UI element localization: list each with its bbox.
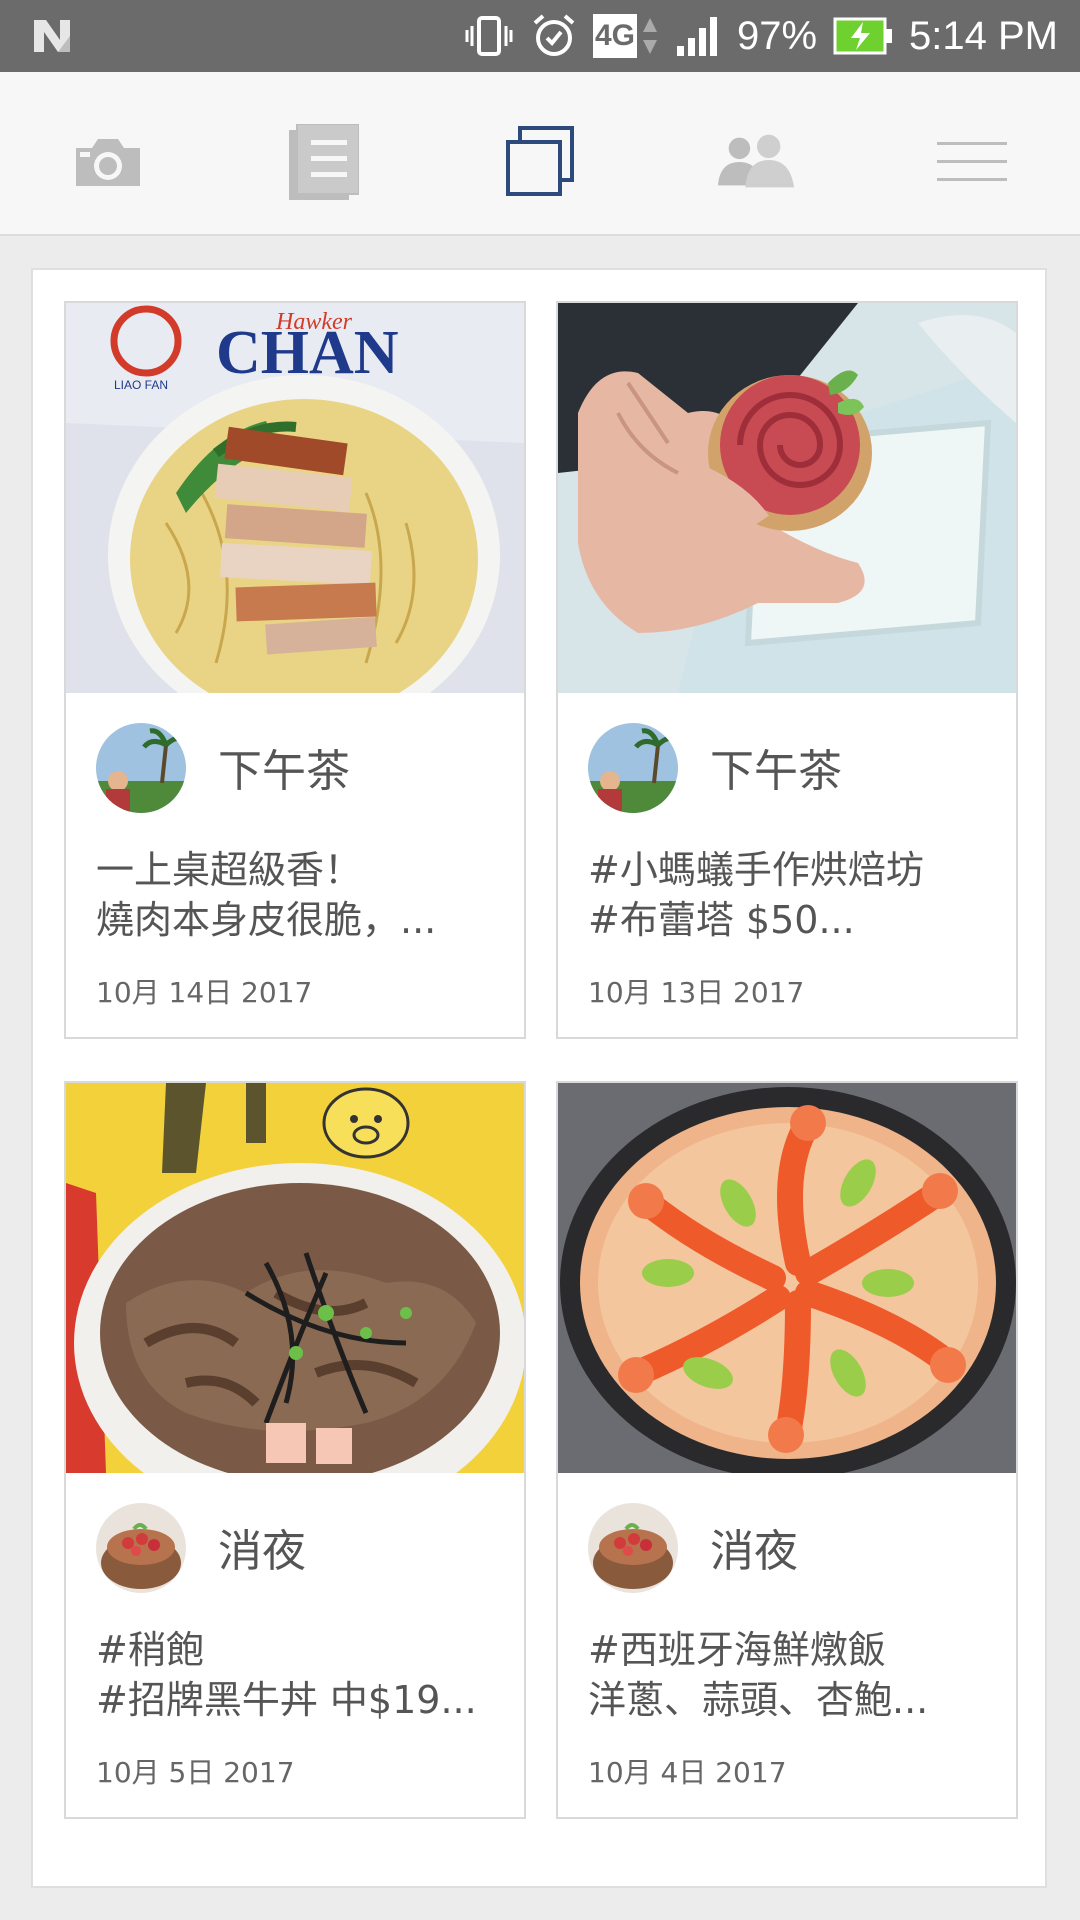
avatar[interactable] <box>588 1503 678 1593</box>
palm-tree-avatar <box>588 723 678 813</box>
post-caption: #西班牙海鮮燉飯 洋蔥、蒜頭、杏鮑... <box>588 1628 929 1722</box>
album-name: 消夜 <box>710 1526 798 1577</box>
post-card[interactable]: Hawker CHAN LIAO FAN 下午茶 一上桌超級香！ 燒肉本身皮很脆… <box>64 301 526 1039</box>
post-caption: 一上桌超級香！ 燒肉本身皮很脆，... <box>96 848 437 942</box>
top-navigation <box>0 72 1080 236</box>
nav-camera[interactable] <box>68 122 148 202</box>
cake-avatar <box>588 1503 678 1593</box>
battery-percent: 97% <box>736 13 818 58</box>
post-photo-rose-tart[interactable] <box>558 303 1016 693</box>
post-date: 10月 5日 2017 <box>96 1756 295 1789</box>
post-photo-beef-bowl[interactable] <box>66 1083 524 1473</box>
camera-icon <box>76 139 140 186</box>
post-caption: #稍飽 #招牌黑牛丼 中$19... <box>96 1628 477 1722</box>
post-date: 10月 13日 2017 <box>588 976 805 1009</box>
signal-icon <box>676 17 717 56</box>
network-4g-icon: 4G <box>592 14 659 58</box>
avatar[interactable] <box>96 1503 186 1593</box>
album-name: 下午茶 <box>710 746 842 797</box>
menu-icon <box>937 142 1007 181</box>
alarm-icon <box>533 14 575 56</box>
avatar[interactable] <box>96 723 186 813</box>
cake-avatar <box>96 1503 186 1593</box>
post-date: 10月 4日 2017 <box>588 1756 787 1789</box>
avatar[interactable] <box>588 723 678 813</box>
post-photo-paella[interactable] <box>558 1083 1016 1473</box>
palm-tree-avatar <box>96 723 186 813</box>
nav-menu[interactable] <box>932 122 1012 202</box>
battery-charging-icon <box>833 17 893 55</box>
album-name: 下午茶 <box>218 746 350 797</box>
albums-icon <box>506 126 574 196</box>
post-caption: #小螞蟻手作烘焙坊 #布蕾塔 $50... <box>588 848 924 942</box>
friends-icon <box>717 134 795 188</box>
post-card[interactable]: 消夜 #稍飽 #招牌黑牛丼 中$19... 10月 5日 2017 <box>64 1081 526 1819</box>
post-photo-noodles[interactable]: Hawker CHAN LIAO FAN <box>66 303 524 693</box>
status-bar: 4G 97% 5:14 PM <box>0 0 1080 72</box>
clock: 5:14 PM <box>909 13 1058 58</box>
n-logo-icon <box>34 20 70 52</box>
posts-grid: Hawker CHAN LIAO FAN 下午茶 一上桌超級香！ 燒肉本身皮很脆… <box>31 268 1047 1888</box>
svg-text:LIAO FAN: LIAO FAN <box>114 378 168 392</box>
post-card[interactable]: 消夜 #西班牙海鮮燉飯 洋蔥、蒜頭、杏鮑... 10月 4日 2017 <box>556 1081 1018 1819</box>
posts-icon <box>289 124 359 200</box>
post-date: 10月 14日 2017 <box>96 976 313 1009</box>
vibrate-icon <box>465 16 513 56</box>
nav-albums[interactable] <box>500 122 580 202</box>
nav-friends[interactable] <box>716 122 796 202</box>
album-name: 消夜 <box>218 1526 306 1577</box>
post-card[interactable]: 下午茶 #小螞蟻手作烘焙坊 #布蕾塔 $50... 10月 13日 2017 <box>556 301 1018 1039</box>
nav-posts[interactable] <box>284 122 364 202</box>
